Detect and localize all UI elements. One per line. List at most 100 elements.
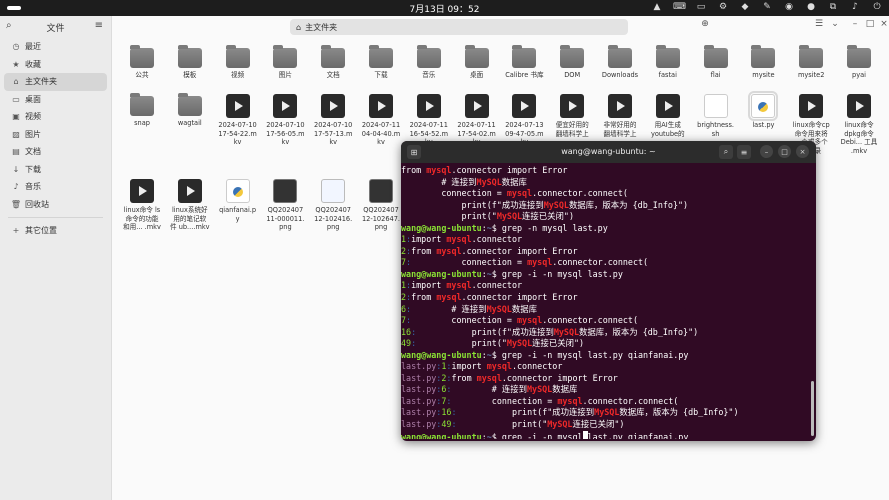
file-item[interactable]: Downloads	[596, 45, 644, 80]
settings-icon[interactable]: ⚙	[717, 2, 729, 12]
file-item[interactable]: 2024-07-10 17-54-22.m kv	[214, 94, 262, 147]
file-item[interactable]: 视频	[214, 45, 262, 80]
sidebar-item[interactable]: ♪ 音乐	[4, 178, 107, 196]
file-item[interactable]: 2024-07-10 17-56-05.m kv	[261, 94, 309, 147]
file-item[interactable]: snap	[118, 93, 166, 128]
power-icon[interactable]: ⏻	[871, 2, 883, 12]
minimize-icon[interactable]: –	[848, 19, 862, 29]
file-name: QQ202407 12-102416. png	[314, 206, 353, 231]
sidebar-item[interactable]: ★ 收藏	[4, 56, 107, 74]
terminal-titlebar[interactable]: ⊞ wang@wang-ubuntu: ~ ⌕ ≡ – □ ×	[401, 141, 816, 163]
view-options-icon[interactable]: ☰	[812, 19, 826, 29]
file-item[interactable]: DOM	[548, 45, 596, 80]
sidebar-item-label: 其它位置	[25, 226, 57, 236]
file-item[interactable]: pyai	[835, 45, 883, 80]
sidebar-item[interactable]: ◷ 最近	[4, 38, 107, 56]
sidebar-item[interactable]: ▭ 桌面	[4, 91, 107, 109]
sort-icon[interactable]: ⌄	[828, 19, 842, 29]
file-item[interactable]: 2024-07-13 09-47-05.m kv	[500, 94, 548, 147]
file-item[interactable]: 2024-07-11 16-54-52.m kv	[405, 94, 453, 147]
file-item[interactable]: 下载	[357, 45, 405, 80]
file-item[interactable]: 图片	[261, 45, 309, 80]
file-item[interactable]: fastai	[644, 45, 692, 80]
file-item[interactable]: flai	[692, 45, 740, 80]
search-icon[interactable]: ⌕	[719, 145, 733, 159]
maximize-icon[interactable]: □	[778, 145, 791, 158]
terminal-window[interactable]: ⊞ wang@wang-ubuntu: ~ ⌕ ≡ – □ × from mys…	[401, 141, 816, 441]
file-item[interactable]: 便宜好用的 翻墙科学上	[548, 94, 596, 138]
sidebar-item[interactable]: 🗑 回收站	[4, 196, 107, 214]
file-item[interactable]: QQ202407 12-102647. png	[357, 179, 405, 232]
file-item[interactable]: 桌面	[453, 45, 501, 80]
file-item[interactable]: brightness. sh	[692, 94, 740, 138]
terminal-text: print(f"成功连接到	[416, 326, 554, 337]
terminal-scrollbar[interactable]	[811, 381, 814, 436]
terminal-line: 1:import mysql.connector	[401, 234, 808, 246]
video-file-icon	[177, 179, 202, 203]
sidebar-item[interactable]: ↓ 下载	[4, 161, 107, 179]
image-icon: ▨	[12, 129, 20, 139]
terminal-text: 数据库，版本为 {db_Info}")	[579, 326, 699, 337]
terminal-text: last.py qianfanai.py	[587, 431, 689, 439]
file-name: 下载	[374, 71, 388, 79]
file-item[interactable]: 2024-07-11 04-04-40.m kv	[357, 94, 405, 147]
file-item[interactable]: QQ202407 11-000011. png	[261, 179, 309, 232]
file-item[interactable]: QQ202407 12-102416. png	[309, 179, 357, 232]
file-item[interactable]: Calibre 书库	[500, 45, 548, 80]
terminal-line: wang@wang-ubuntu:~$ grep -i -n mysql las…	[401, 350, 808, 362]
close-icon[interactable]: ×	[877, 19, 889, 29]
terminal-line: 2:from mysql.connector import Error	[401, 246, 808, 258]
keyboard-icon[interactable]: ⌨	[673, 2, 686, 12]
menu-icon[interactable]: ≡	[737, 145, 751, 159]
maximize-icon[interactable]: □	[863, 19, 877, 29]
file-name: 文档	[326, 71, 340, 79]
file-item[interactable]: qianfanai.p y	[214, 179, 262, 223]
menu-icon[interactable]: ≡	[95, 20, 103, 31]
minimize-icon[interactable]: –	[760, 145, 773, 158]
wechat-icon[interactable]: ●	[805, 2, 817, 12]
script-file-icon	[703, 94, 728, 118]
file-item[interactable]: 非常好用的 翻墙科学上	[596, 94, 644, 138]
window-icon[interactable]: ▭	[695, 2, 707, 12]
file-item[interactable]: 公共	[118, 45, 166, 80]
network-icon[interactable]: ⧉	[827, 2, 839, 12]
file-item[interactable]: 模板	[166, 45, 214, 80]
file-name: wagtail	[177, 119, 202, 127]
file-name: 非常好用的 翻墙科学上	[603, 121, 637, 138]
terminal-output[interactable]: from mysql.connector import Error # 连接到M…	[401, 165, 808, 439]
video-file-icon	[369, 94, 393, 118]
file-item[interactable]: mysite2	[787, 45, 835, 80]
video-file-icon	[130, 179, 154, 203]
terminal-text: last.py	[401, 384, 437, 395]
file-item[interactable]: 用AI生成 youtube的	[644, 94, 692, 138]
file-name: 2024-07-11 04-04-40.m kv	[361, 121, 401, 146]
file-item[interactable]: 音乐	[405, 45, 453, 80]
sidebar-item[interactable]: ▨ 图片	[4, 126, 107, 144]
file-item[interactable]: 文档	[309, 45, 357, 80]
volume-icon[interactable]: ♪	[849, 2, 861, 12]
file-item[interactable]: mysite	[739, 45, 787, 80]
path-bar[interactable]: ⌂ 主文件夹	[290, 19, 628, 35]
file-item[interactable]: linux命令 dpkg命令 Debi... 工具 .mkv	[835, 94, 883, 155]
file-item[interactable]: linux系统好 用的笔记软 件 ub....mkv	[166, 179, 214, 232]
sidebar-item[interactable]: ⌂ 主文件夹	[4, 73, 107, 91]
file-name: 2024-07-10 17-57-13.m kv	[313, 121, 353, 146]
chrome-icon[interactable]: ◉	[783, 2, 795, 12]
file-item[interactable]: last.py	[739, 91, 787, 130]
video-file-icon	[416, 94, 441, 118]
file-item[interactable]: 2024-07-10 17-57-13.m kv	[309, 94, 357, 147]
terminal-text: 连接已关闭")	[532, 338, 585, 349]
warning-icon[interactable]: ▲	[651, 2, 663, 12]
sidebar-item-other-locations[interactable]: + 其它位置	[4, 222, 107, 240]
terminal-line: wang@wang-ubuntu:~$ grep -n mysql last.p…	[401, 223, 808, 235]
close-icon[interactable]: ×	[796, 145, 809, 158]
vscode-icon[interactable]: ◆	[739, 2, 751, 12]
file-item[interactable]: wagtail	[166, 93, 214, 128]
file-item[interactable]: 2024-07-11 17-54-02.m kv	[453, 94, 501, 147]
file-item[interactable]: linux命令 ls 命令的功能 和用... .mkv	[118, 179, 166, 232]
paperclip-icon[interactable]: ✎	[761, 2, 773, 12]
sidebar-item[interactable]: ▣ 视频	[4, 108, 107, 126]
terminal-text: from	[411, 245, 437, 256]
new-folder-icon[interactable]: ⊕	[698, 19, 712, 29]
sidebar-item[interactable]: ▤ 文档	[4, 143, 107, 161]
